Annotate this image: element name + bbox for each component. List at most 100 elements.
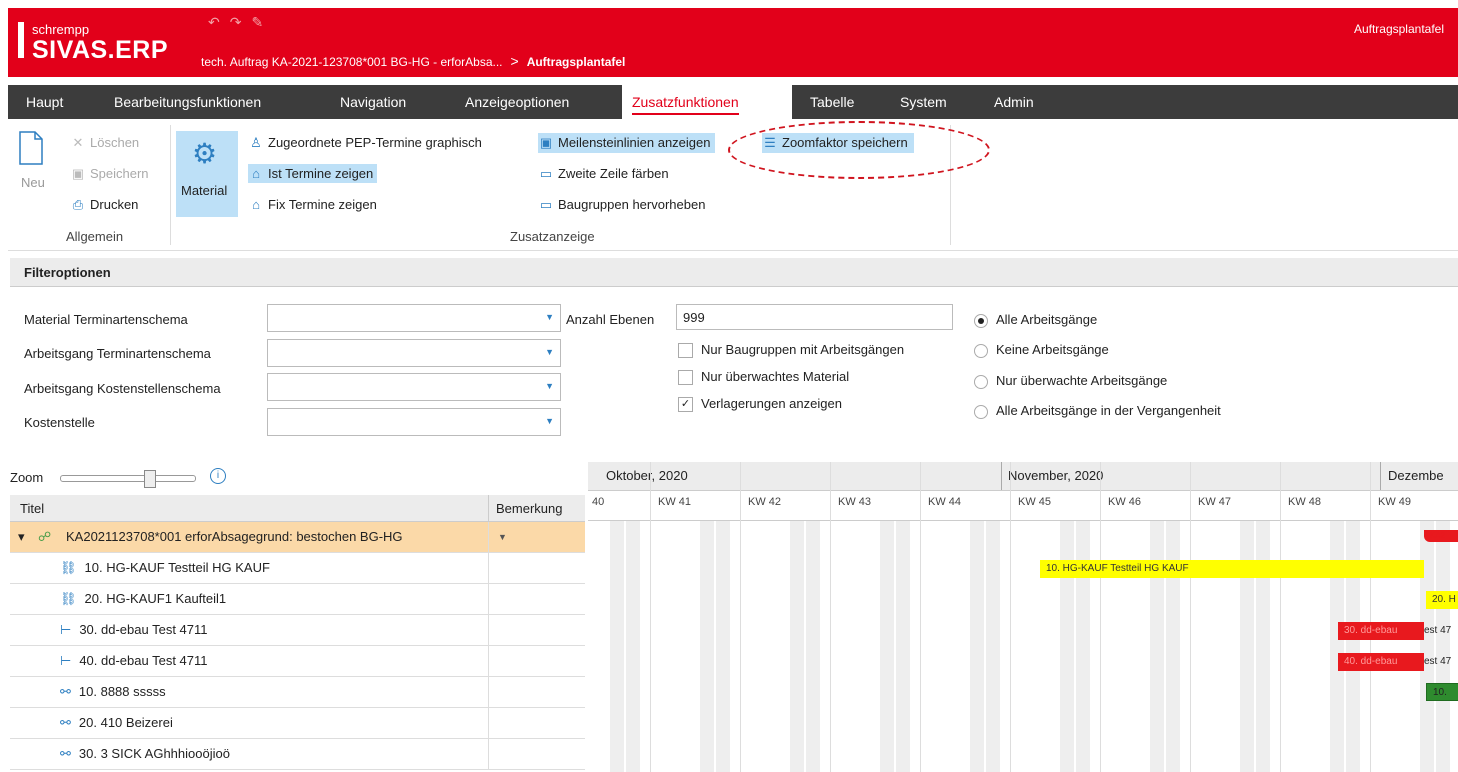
info-icon[interactable]: i bbox=[210, 468, 226, 484]
menu-system[interactable]: System bbox=[900, 94, 947, 110]
print-button[interactable]: ⎙ Drucken bbox=[70, 197, 139, 213]
slider-thumb[interactable] bbox=[144, 470, 156, 488]
undo-icon[interactable]: ↶ bbox=[208, 14, 220, 30]
gantt-bar[interactable]: 30. dd-ebau bbox=[1338, 622, 1424, 640]
slider-track bbox=[60, 475, 196, 482]
row-title: 40. dd-ebau Test 4711 bbox=[79, 653, 208, 668]
week-label: KW 45 bbox=[1018, 496, 1052, 508]
week-gridline bbox=[1010, 462, 1011, 772]
gantt-bar[interactable]: 10. bbox=[1426, 683, 1458, 701]
table-row[interactable]: ⛓ 10. HG-KAUF Testteil HG KAUF bbox=[10, 553, 585, 584]
meilensteinlinien-button[interactable]: ▣ Meilensteinlinien anzeigen bbox=[538, 133, 715, 153]
breadcrumb-item[interactable]: tech. Auftrag KA-2021-123708*001 BG-HG -… bbox=[201, 55, 503, 69]
radio-ueberwachte-arbeitsgaenge[interactable]: Nur überwachte Arbeitsgänge bbox=[974, 373, 1167, 389]
save-button[interactable]: ▣ Speichern bbox=[70, 166, 149, 182]
baugruppen-checkbox-label: Nur Baugruppen mit Arbeitsgängen bbox=[701, 342, 905, 357]
row-title: 20. HG-KAUF1 Kaufteil1 bbox=[84, 591, 227, 606]
week-gridline bbox=[1370, 462, 1371, 772]
gantt-bar[interactable]: 20. H bbox=[1426, 591, 1458, 609]
kostenstelle-dropdown[interactable]: ▼ bbox=[267, 408, 561, 436]
checkbox-box bbox=[678, 370, 693, 386]
week-gridline bbox=[1190, 462, 1191, 772]
row-title: KA2021123708*001 erforAbsagegrund: besto… bbox=[66, 529, 403, 544]
column-divider[interactable] bbox=[488, 495, 489, 521]
radio-dot bbox=[974, 343, 988, 358]
zoom-slider[interactable] bbox=[60, 470, 196, 488]
weekend-shade bbox=[1256, 520, 1270, 772]
pep-termine-button[interactable]: ♙ Zugeordnete PEP-Termine graphisch bbox=[248, 135, 482, 151]
menu-admin[interactable]: Admin bbox=[994, 94, 1034, 110]
table-row[interactable]: ⚯ 10. 8888 sssss bbox=[10, 677, 585, 708]
table-row-root[interactable]: ▾ ☍ KA2021123708*001 erforAbsagegrund: b… bbox=[10, 522, 585, 553]
radio-vergangenheit[interactable]: Alle Arbeitsgänge in der Vergangenheit bbox=[974, 403, 1221, 419]
table-row[interactable]: ⊢ 40. dd-ebau Test 4711 bbox=[10, 646, 585, 677]
material-schema-dropdown[interactable]: ▼ bbox=[267, 304, 561, 332]
ueberwacht-checkbox[interactable]: Nur überwachtes Material bbox=[678, 369, 850, 386]
ueberwacht-checkbox-label: Nur überwachtes Material bbox=[701, 369, 850, 384]
table-row[interactable]: ⚯ 30. 3 SICK AGhhhiooöjioö bbox=[10, 739, 585, 770]
floppy-icon: ▣ bbox=[71, 166, 85, 181]
close-icon: ✕ bbox=[72, 135, 84, 150]
menu-haupt[interactable]: Haupt bbox=[26, 94, 63, 110]
expand-chevron-icon[interactable]: ▾ bbox=[18, 529, 25, 545]
ag-schema-dropdown[interactable]: ▼ bbox=[267, 339, 561, 367]
table-row[interactable]: ⊢ 30. dd-ebau Test 4711 bbox=[10, 615, 585, 646]
radio-alle-label: Alle Arbeitsgänge bbox=[996, 312, 1098, 327]
material-button[interactable]: ⚙ Material bbox=[176, 131, 238, 217]
gantt-bar[interactable]: 10. HG-KAUF Testteil HG KAUF bbox=[1040, 560, 1424, 578]
breadcrumb: tech. Auftrag KA-2021-123708*001 BG-HG -… bbox=[201, 53, 625, 69]
menu-tabelle[interactable]: Tabelle bbox=[810, 94, 854, 110]
new-button[interactable]: Neu bbox=[14, 131, 50, 201]
pep-termine-label: Zugeordnete PEP-Termine graphisch bbox=[268, 135, 482, 150]
ag-kostenstellen-dropdown[interactable]: ▼ bbox=[267, 373, 561, 401]
column-divider bbox=[488, 708, 489, 738]
calendar-icon: ▣ bbox=[539, 135, 553, 150]
week-gridline bbox=[650, 462, 651, 772]
pencil-icon[interactable]: ✎ bbox=[251, 14, 263, 30]
chevron-down-icon: ▼ bbox=[545, 381, 554, 391]
column-header-titel[interactable]: Titel bbox=[20, 501, 44, 516]
menu-anzeigeoptionen[interactable]: Anzeigeoptionen bbox=[465, 94, 569, 110]
week-label: 40 bbox=[592, 496, 605, 508]
weekend-shade bbox=[1076, 520, 1090, 772]
redo-icon[interactable]: ↷ bbox=[230, 14, 242, 30]
quick-access-toolbar: ↶ ↷ ✎ bbox=[208, 14, 273, 31]
table-row[interactable]: ⛓ 20. HG-KAUF1 Kaufteil1 bbox=[10, 584, 585, 615]
gantt-bar[interactable]: 40. dd-ebau bbox=[1338, 653, 1424, 671]
menu-zusatzfunktionen[interactable]: Zusatzfunktionen bbox=[622, 85, 792, 119]
filter-header[interactable]: Filteroptionen bbox=[10, 258, 1458, 287]
check-icon: ✓ bbox=[678, 397, 693, 413]
dropdown-arrow-icon[interactable]: ▼ bbox=[498, 532, 507, 542]
gantt-bar-label: est 47 bbox=[1424, 656, 1452, 667]
row-title: 30. dd-ebau Test 4711 bbox=[79, 622, 208, 637]
fix-termine-button[interactable]: ⌂ Fix Termine zeigen bbox=[248, 197, 377, 212]
weekend-shade bbox=[896, 520, 910, 772]
column-header-bemerkung[interactable]: Bemerkung bbox=[496, 501, 562, 516]
delete-label: Löschen bbox=[90, 135, 140, 150]
column-divider bbox=[488, 553, 489, 583]
column-divider bbox=[488, 615, 489, 645]
zoom-label: Zoom bbox=[10, 470, 44, 485]
calendar-icon: ⌂ bbox=[252, 197, 260, 212]
weekend-shade bbox=[790, 520, 804, 772]
menu-bearbeitungsfunktionen[interactable]: Bearbeitungsfunktionen bbox=[114, 94, 261, 110]
anzahl-ebenen-input[interactable]: 999 bbox=[676, 304, 953, 330]
week-gridline bbox=[1100, 462, 1101, 772]
table-row[interactable]: ⚯ 20. 410 Beizerei bbox=[10, 708, 585, 739]
zweite-zeile-button[interactable]: ▭ Zweite Zeile färben bbox=[538, 166, 669, 182]
gantt-chart[interactable]: Oktober, 2020 November, 2020 Dezembe 40 … bbox=[588, 462, 1458, 772]
gear-icon: ⚙ bbox=[192, 138, 218, 169]
delete-button[interactable]: ✕ Löschen bbox=[70, 135, 140, 151]
radio-keine-arbeitsgaenge[interactable]: Keine Arbeitsgänge bbox=[974, 342, 1109, 358]
baugruppen-button[interactable]: ▭ Baugruppen hervorheben bbox=[538, 197, 706, 213]
save-label: Speichern bbox=[90, 166, 149, 181]
baugruppen-checkbox[interactable]: Nur Baugruppen mit Arbeitsgängen bbox=[678, 342, 905, 359]
weekend-shade bbox=[1150, 520, 1164, 772]
ist-termine-button[interactable]: ⌂ Ist Termine zeigen bbox=[248, 164, 378, 183]
radio-alle-arbeitsgaenge[interactable]: Alle Arbeitsgänge bbox=[974, 312, 1097, 328]
week-label: KW 49 bbox=[1378, 496, 1412, 508]
menu-navigation[interactable]: Navigation bbox=[340, 94, 406, 110]
gantt-bar-root[interactable]: KA2 bbox=[1424, 530, 1458, 542]
verlagerungen-checkbox[interactable]: ✓ Verlagerungen anzeigen bbox=[678, 396, 842, 413]
grid-header: Titel Bemerkung bbox=[10, 495, 585, 522]
